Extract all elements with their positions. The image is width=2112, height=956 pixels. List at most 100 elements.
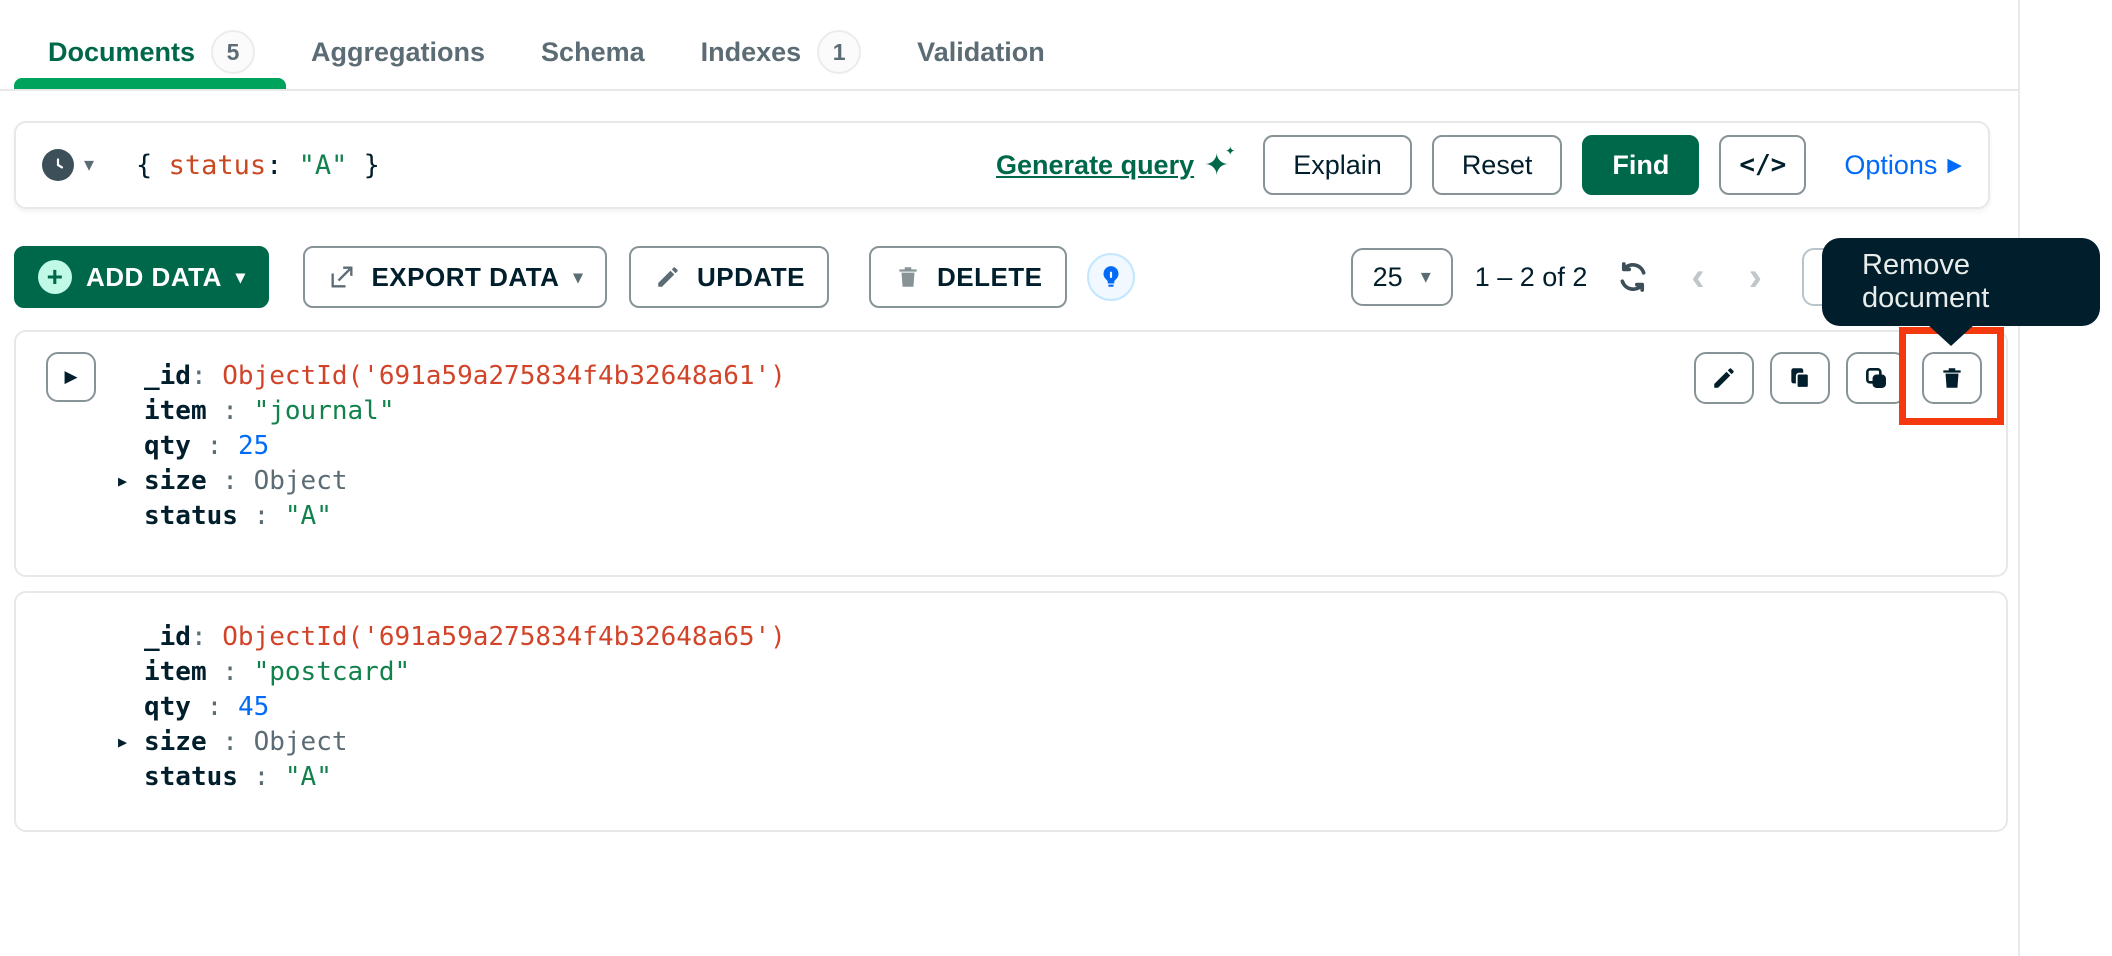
code-view-toggle-button[interactable]: </> (1719, 135, 1806, 195)
field-row-qty: qty : 25 (144, 428, 2006, 463)
explain-button[interactable]: Explain (1263, 135, 1412, 195)
field-value-string: "A" (285, 501, 332, 531)
tab-indexes-count-badge: 1 (817, 30, 861, 74)
field-separator: : (191, 361, 222, 391)
prev-page-button[interactable]: ‹ (1669, 257, 1726, 297)
field-value-string: "journal" (254, 396, 395, 426)
page-size-value: 25 (1373, 262, 1403, 293)
document-fields: _id: ObjectId('691a59a275834f4b32648a65'… (144, 619, 2006, 794)
field-key: size (144, 466, 207, 496)
field-separator: : (191, 622, 222, 652)
export-data-button[interactable]: EXPORT DATA ▾ (303, 246, 607, 308)
next-page-button[interactable]: › (1727, 257, 1784, 297)
query-history-button[interactable]: ▾ (42, 149, 94, 181)
query-field-value: "A" (299, 150, 348, 181)
add-data-button[interactable]: + ADD DATA ▾ (14, 246, 269, 308)
tabs-underline (0, 78, 2020, 91)
tooltip-arrow (1927, 324, 1975, 346)
query-field-name: status (169, 150, 267, 181)
chevron-down-icon: ▾ (1421, 267, 1431, 287)
tab-validation-label: Validation (917, 37, 1045, 68)
remove-document-button[interactable] (1922, 352, 1982, 404)
find-button[interactable]: Find (1582, 135, 1699, 195)
expand-field-icon[interactable]: ▶ (118, 733, 127, 751)
field-separator: : (191, 431, 238, 461)
field-value-objectid: ObjectId('691a59a275834f4b32648a61') (222, 361, 786, 391)
reset-button[interactable]: Reset (1432, 135, 1563, 195)
generate-query-link[interactable]: Generate query ✦✦ (996, 148, 1229, 183)
chevron-down-icon: ▾ (573, 267, 583, 288)
delete-button[interactable]: DELETE (869, 246, 1067, 308)
refresh-button[interactable] (1611, 255, 1655, 299)
triangle-right-icon: ▶ (1947, 154, 1962, 177)
document-card: ▶ _id: ObjectId('691a59a275834f4b32648a6… (14, 330, 2008, 577)
field-key: item (144, 396, 207, 426)
code-icon: </> (1739, 150, 1786, 180)
field-value-object: Object (254, 466, 348, 496)
field-value-number: 45 (238, 692, 269, 722)
field-key: _id (144, 361, 191, 391)
field-value-number: 25 (238, 431, 269, 461)
copy-document-button[interactable] (1770, 352, 1830, 404)
expand-document-button[interactable]: ▶ (46, 352, 96, 402)
field-row-id: _id: ObjectId('691a59a275834f4b32648a65'… (144, 619, 2006, 654)
field-separator: : (191, 692, 238, 722)
chevron-down-icon: ▾ (236, 267, 246, 288)
query-open-brace: { (136, 150, 169, 181)
add-data-label: ADD DATA (86, 262, 222, 293)
field-value-objectid: ObjectId('691a59a275834f4b32648a65') (222, 622, 786, 652)
tab-schema-label: Schema (541, 37, 645, 68)
tab-documents[interactable]: Documents 5 (48, 30, 255, 74)
field-row-status: status : "A" (144, 759, 2006, 794)
tab-documents-count-badge: 5 (211, 30, 255, 74)
export-data-label: EXPORT DATA (371, 262, 559, 293)
field-separator: : (207, 727, 254, 757)
export-icon (327, 262, 357, 292)
generate-query-label: Generate query (996, 150, 1194, 181)
tooltip-label: Remove document (1862, 249, 2100, 315)
clone-document-button[interactable] (1846, 352, 1906, 404)
query-input[interactable]: { status: "A" } (136, 150, 380, 181)
options-toggle[interactable]: Options ▶ (1844, 150, 1962, 181)
delete-label: DELETE (937, 262, 1043, 293)
field-separator: : (207, 396, 254, 426)
tab-indexes[interactable]: Indexes 1 (701, 30, 862, 74)
field-row-size: ▶size : Object (144, 724, 2006, 759)
field-key: status (144, 762, 238, 792)
query-colon: : (266, 150, 299, 181)
expand-field-icon[interactable]: ▶ (118, 472, 127, 490)
query-close-brace: } (347, 150, 380, 181)
collection-view: Documents 5 Aggregations Schema Indexes … (0, 0, 2020, 956)
field-key: _id (144, 622, 191, 652)
pencil-icon (1711, 365, 1737, 391)
field-key: status (144, 501, 238, 531)
field-value-object: Object (254, 727, 348, 757)
pencil-icon (653, 262, 683, 292)
result-range-label: 1 – 2 of 2 (1475, 262, 1588, 293)
tab-schema[interactable]: Schema (541, 37, 645, 68)
trash-icon (1939, 365, 1965, 391)
remove-document-tooltip: Remove document (1822, 238, 2100, 326)
field-key: item (144, 657, 207, 687)
query-bar: ▾ { status: "A" } Generate query ✦✦ Expl… (14, 121, 1990, 209)
field-key: qty (144, 431, 191, 461)
update-button[interactable]: UPDATE (629, 246, 829, 308)
chevron-down-icon: ▾ (84, 155, 94, 175)
field-key: size (144, 727, 207, 757)
field-separator: : (207, 657, 254, 687)
field-value-string: "postcard" (254, 657, 411, 687)
edit-document-button[interactable] (1694, 352, 1754, 404)
tab-validation[interactable]: Validation (917, 37, 1045, 68)
clone-icon (1863, 365, 1889, 391)
field-row-qty: qty : 45 (144, 689, 2006, 724)
tab-documents-label: Documents (48, 37, 195, 68)
page-size-select[interactable]: 25 ▾ (1351, 248, 1453, 306)
tab-aggregations[interactable]: Aggregations (311, 37, 485, 68)
tab-aggregations-label: Aggregations (311, 37, 485, 68)
lightbulb-icon (1098, 264, 1124, 290)
field-separator: : (238, 501, 285, 531)
query-bar-actions: Generate query ✦✦ Explain Reset Find </>… (996, 135, 1962, 195)
insights-bulb-button[interactable] (1087, 253, 1135, 301)
field-separator: : (238, 762, 285, 792)
field-separator: : (207, 466, 254, 496)
